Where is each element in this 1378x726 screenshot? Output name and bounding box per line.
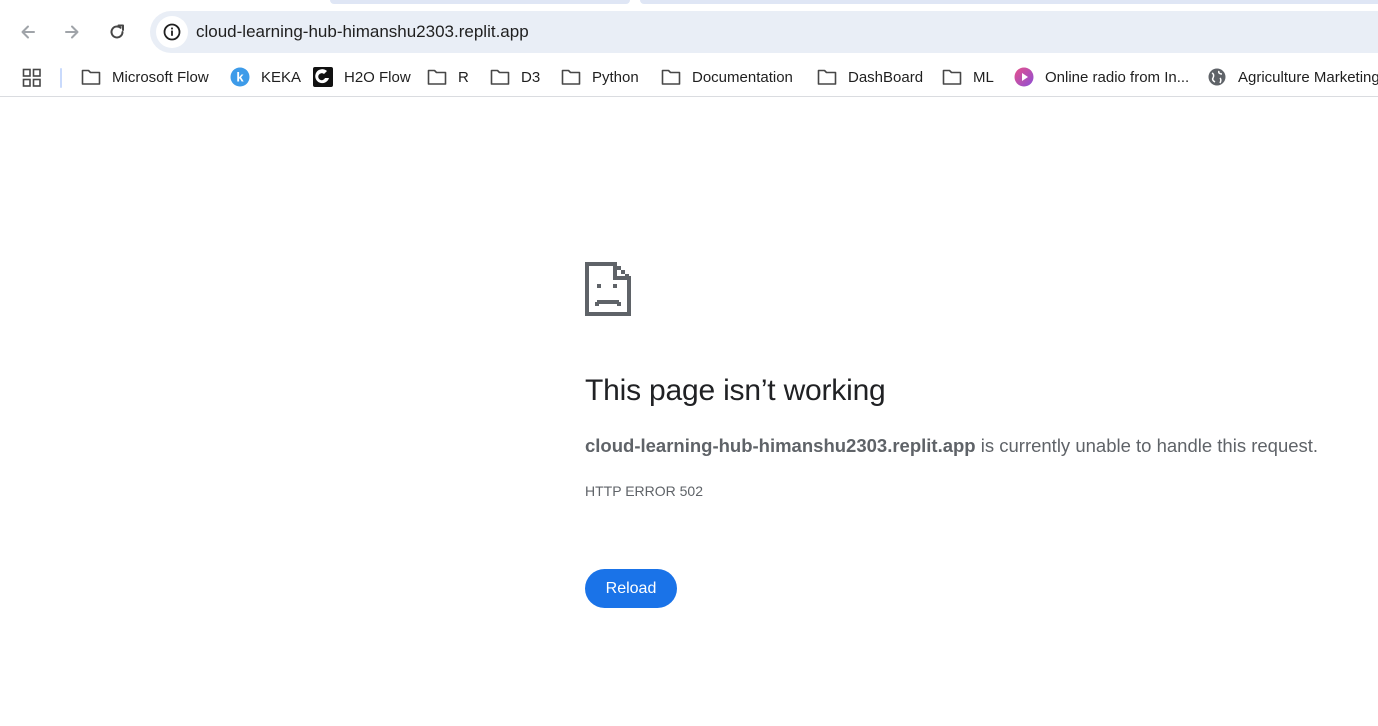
bookmark-label: Documentation — [692, 68, 793, 86]
bookmark-label: Python — [592, 68, 639, 86]
globe-icon — [1207, 67, 1227, 87]
bookmark-microsoft-flow[interactable]: Microsoft Flow — [81, 64, 209, 90]
folder-icon — [942, 67, 962, 87]
back-button[interactable] — [10, 14, 46, 50]
folder-icon — [427, 67, 447, 87]
reload-icon — [110, 24, 124, 39]
address-bar[interactable]: cloud-learning-hub-himanshu2303.replit.a… — [150, 11, 1378, 53]
bookmark-online-radio[interactable]: Online radio from In... — [1014, 64, 1189, 90]
h2o-logo-icon — [313, 67, 333, 87]
forward-button[interactable] — [54, 14, 90, 50]
bookmark-r[interactable]: R — [427, 64, 469, 90]
bookmark-label: DashBoard — [848, 68, 924, 86]
info-icon — [163, 23, 181, 41]
folder-icon — [661, 67, 681, 87]
bookmark-documentation[interactable]: Documentation — [661, 64, 793, 90]
folder-icon — [561, 67, 581, 87]
bookmark-label: Microsoft Flow — [112, 68, 209, 86]
bookmark-agriculture-marketing[interactable]: Agriculture Marketing — [1207, 64, 1378, 90]
bookmark-keka[interactable]: k KEKA — [230, 64, 301, 90]
folder-icon — [490, 67, 510, 87]
error-host: cloud-learning-hub-himanshu2303.replit.a… — [585, 435, 976, 456]
keka-logo-icon: k — [230, 67, 250, 87]
bookmarks-bar: Microsoft Flow k KEKA H2O Flow R D3 Pyth… — [0, 58, 1378, 97]
bookmark-label: ML — [973, 68, 994, 86]
site-info-button[interactable] — [156, 16, 188, 48]
bookmark-h2o-flow[interactable]: H2O Flow — [313, 64, 411, 90]
apps-grid-icon[interactable] — [22, 68, 42, 88]
error-code: HTTP ERROR 502 — [585, 483, 703, 499]
bookmark-python[interactable]: Python — [561, 64, 639, 90]
svg-text:k: k — [236, 70, 244, 85]
bookmark-ml[interactable]: ML — [942, 64, 994, 90]
browser-toolbar: cloud-learning-hub-himanshu2303.replit.a… — [0, 4, 1378, 58]
error-message-text: is currently unable to handle this reque… — [975, 435, 1319, 456]
bookmark-label: Agriculture Marketing — [1238, 68, 1378, 86]
reload-nav-button[interactable] — [99, 14, 135, 50]
bookmark-d3[interactable]: D3 — [490, 64, 540, 90]
bookmark-dashboard[interactable]: DashBoard — [817, 64, 923, 90]
arrow-left-icon — [21, 25, 35, 39]
bookmark-label: R — [458, 68, 469, 86]
folder-icon — [81, 67, 101, 87]
url-text[interactable]: cloud-learning-hub-himanshu2303.replit.a… — [196, 22, 529, 42]
sad-page-icon — [585, 262, 631, 316]
reload-button[interactable]: Reload — [585, 569, 677, 608]
bookmark-label: KEKA — [261, 68, 302, 86]
radio-play-icon — [1014, 67, 1034, 87]
folder-icon — [817, 67, 837, 87]
bookmark-label: H2O Flow — [344, 68, 411, 86]
bookmarks-separator — [60, 68, 62, 88]
error-title: This page isn’t working — [585, 374, 886, 407]
arrow-right-icon — [65, 25, 79, 39]
bookmark-label: Online radio from In... — [1045, 68, 1190, 86]
error-message: cloud-learning-hub-himanshu2303.replit.a… — [585, 435, 1318, 457]
bookmark-label: D3 — [521, 68, 541, 86]
